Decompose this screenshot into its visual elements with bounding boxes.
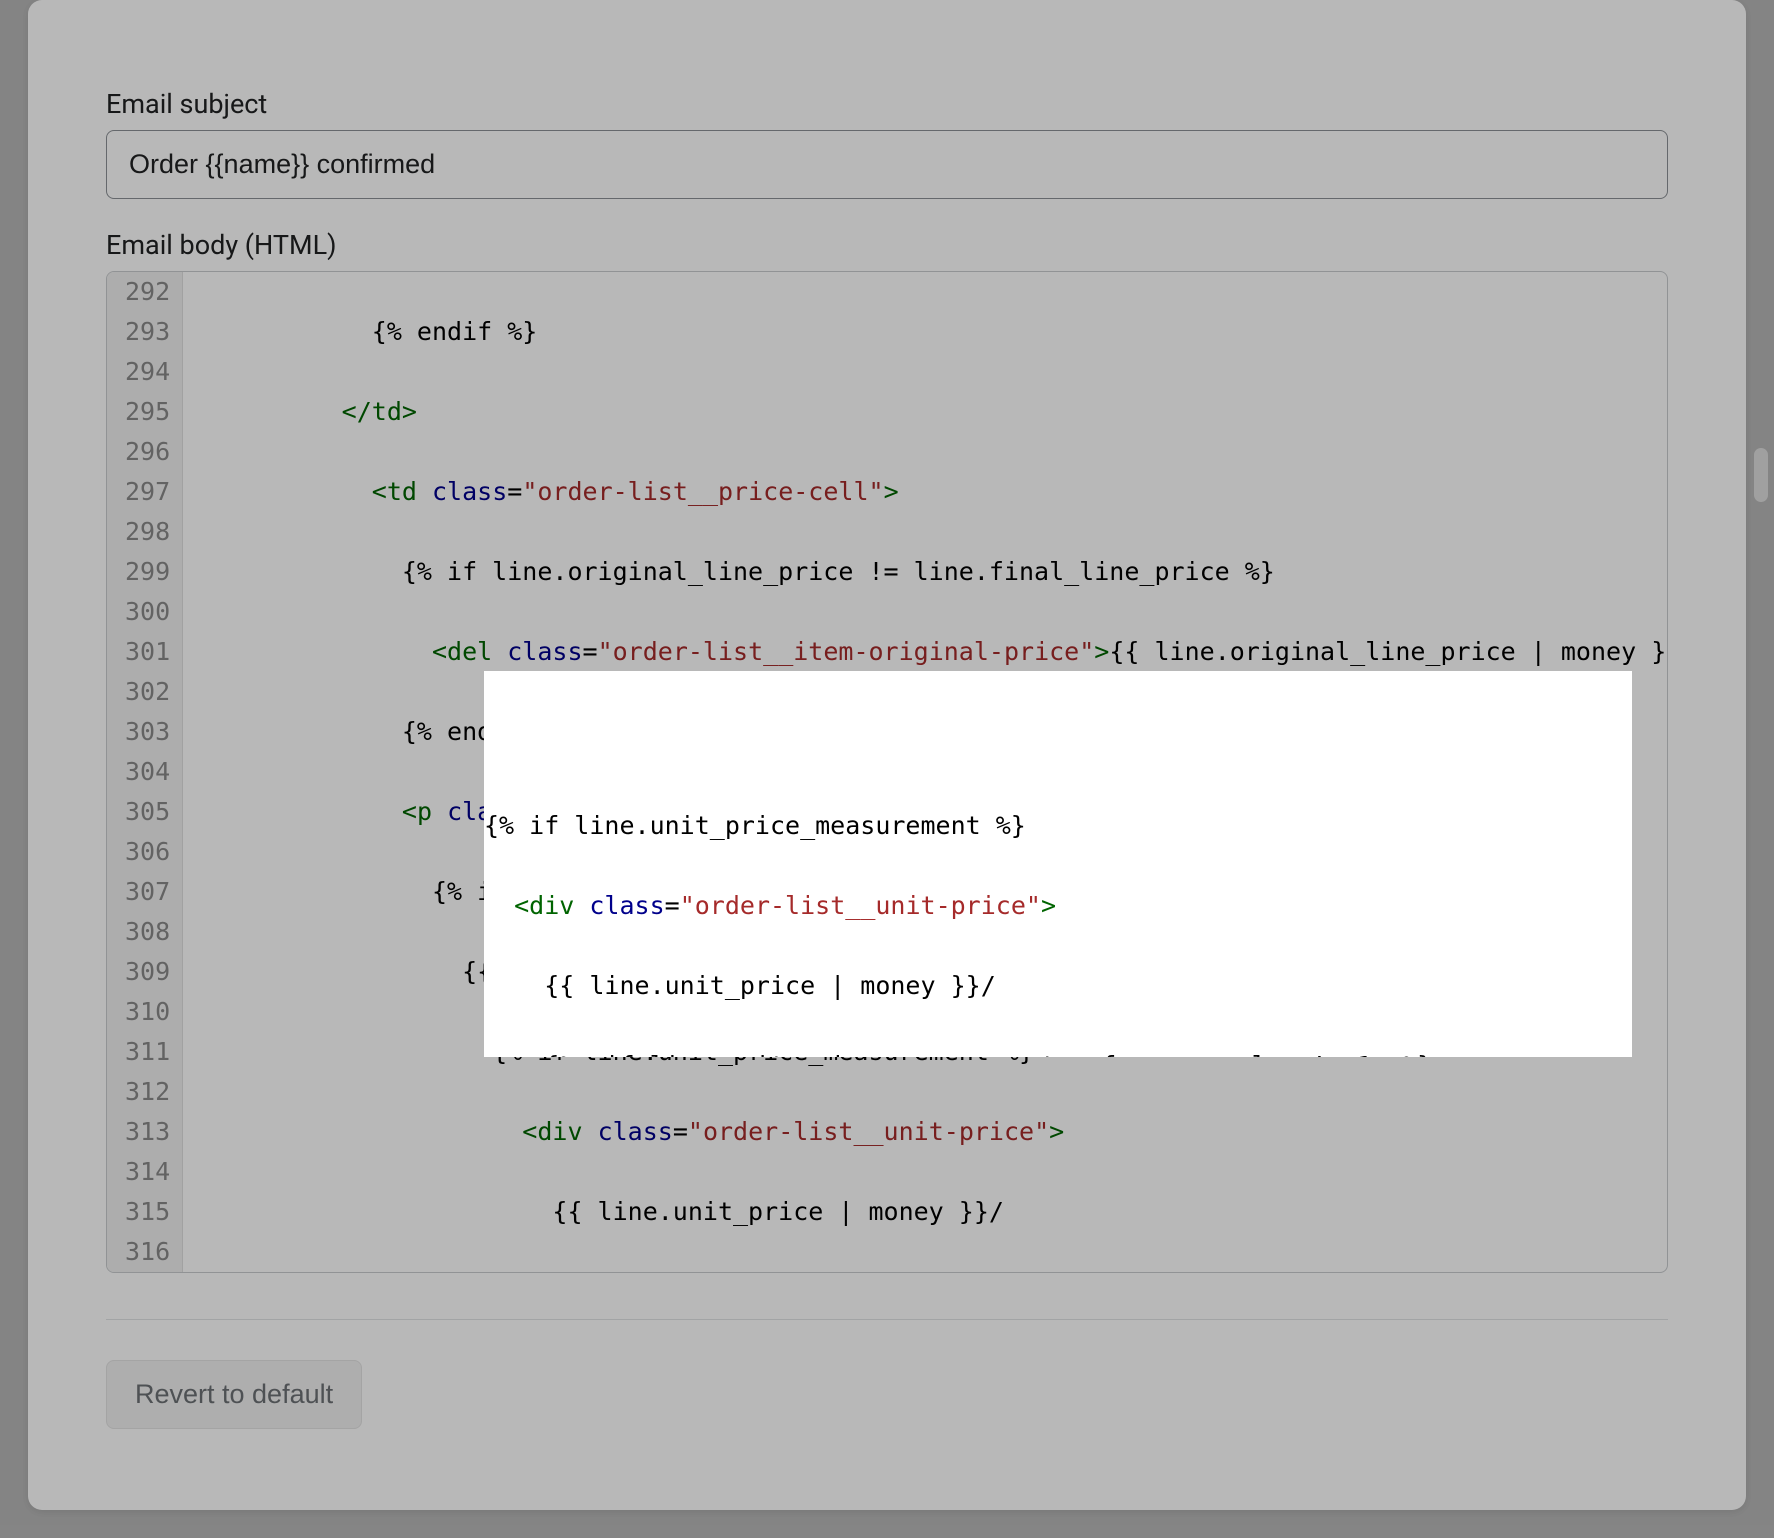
email-subject-input[interactable] xyxy=(106,130,1668,199)
divider xyxy=(106,1319,1668,1320)
email-subject-label: Email subject xyxy=(106,88,1668,120)
code-highlight-popout: {% if line.unit_price_measurement %} <di… xyxy=(484,671,1632,1057)
revert-to-default-button[interactable]: Revert to default xyxy=(106,1360,362,1429)
line-number-gutter: 2922932942952962972982993003013023033043… xyxy=(107,272,183,1272)
email-body-label: Email body (HTML) xyxy=(106,229,1668,261)
editor-scrollbar-thumb[interactable] xyxy=(1754,448,1768,502)
code-line: {% endif %} xyxy=(191,317,537,346)
